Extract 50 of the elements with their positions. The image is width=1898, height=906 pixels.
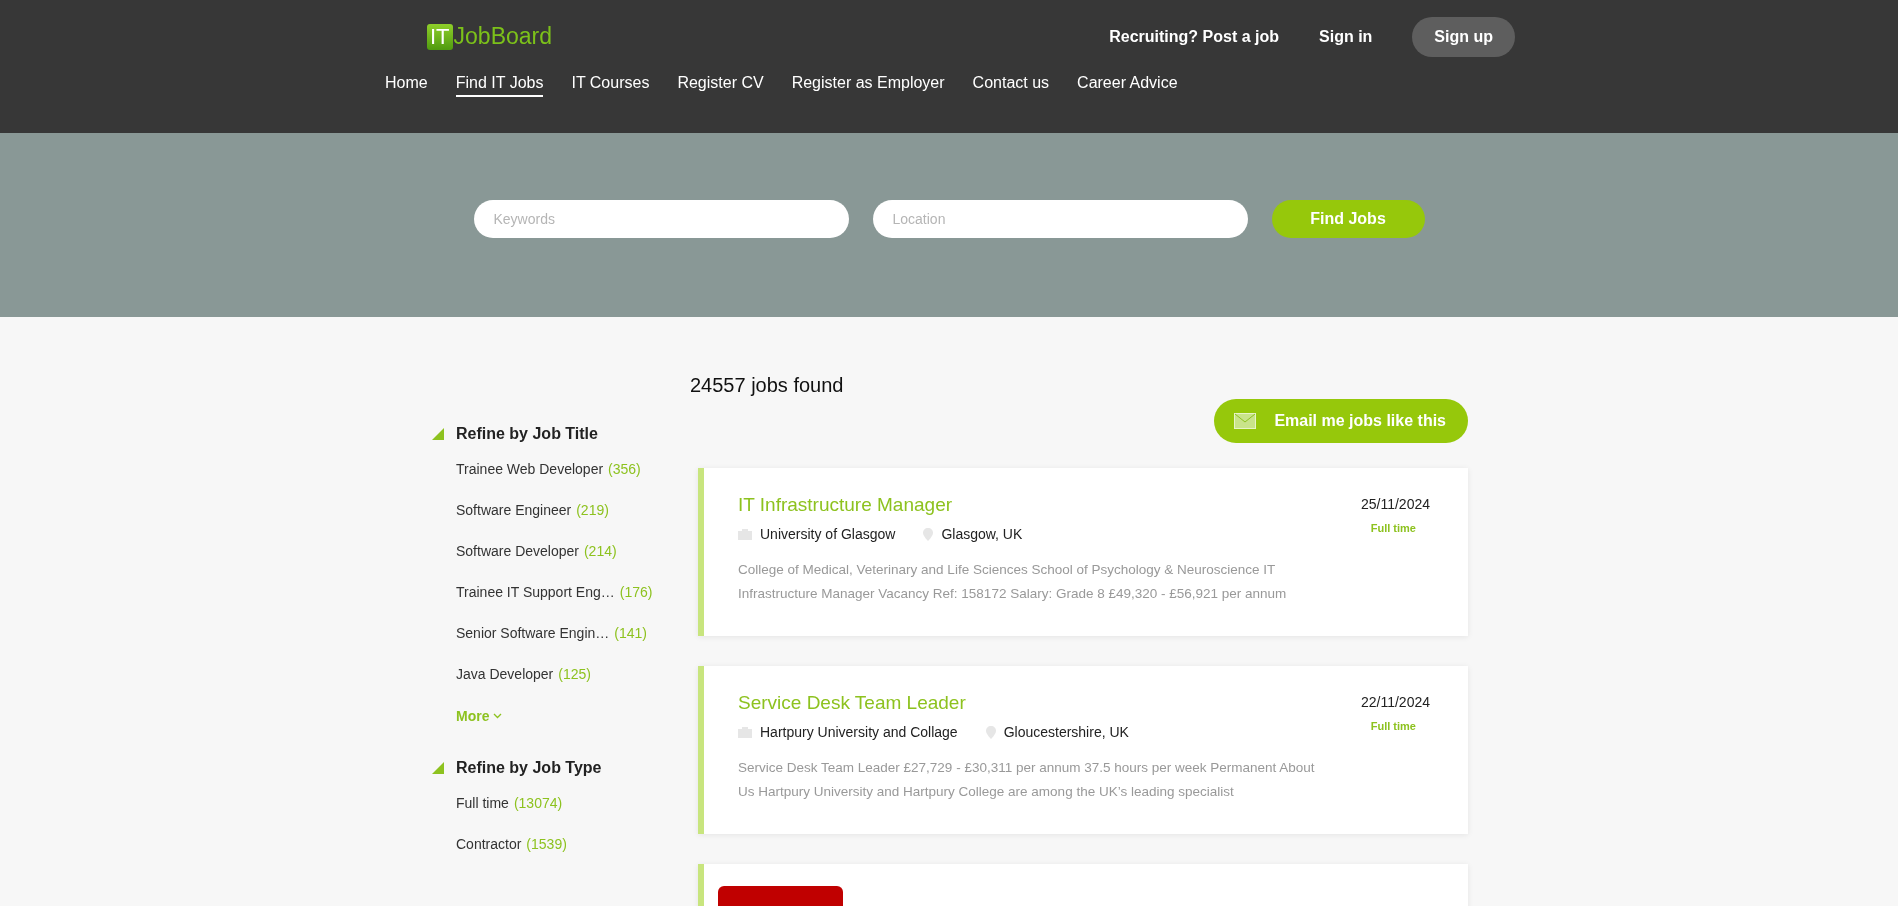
- company-name: University of Glasgow: [760, 526, 896, 542]
- header-link[interactable]: Sign in: [1319, 28, 1373, 46]
- nav-tab[interactable]: Contact us: [972, 74, 1050, 97]
- filter-count: (214): [583, 543, 617, 559]
- filter-count: (1539): [526, 836, 567, 852]
- results-count: 24557 jobs found: [690, 374, 845, 397]
- filter-option[interactable]: Contractor: [456, 836, 522, 852]
- briefcase-icon: [738, 726, 752, 738]
- briefcase-icon: [738, 528, 752, 540]
- filter-count: (141): [614, 625, 647, 641]
- filter-count: (13074): [513, 795, 563, 811]
- filter-option[interactable]: Software Engineer: [456, 502, 572, 518]
- posted-date: 22/11/2024: [1360, 694, 1430, 710]
- expand-triangle-icon[interactable]: [432, 428, 444, 440]
- filter-count: (356): [608, 461, 641, 477]
- nav-tab[interactable]: Home: [385, 74, 428, 97]
- nav-tab[interactable]: Find IT Jobs: [455, 74, 544, 97]
- job-description: Service Desk Team Leader £27,729 - £30,311 per annum 37.5 hours per week Permanent About Us Hartpury University and Hartpury College are among the UK’s leading specialist: [738, 759, 1316, 801]
- logo-text[interactable]: JobBoard: [453, 23, 553, 50]
- filter-count: (125): [558, 666, 591, 682]
- filter-count: (219): [576, 502, 609, 518]
- location-pin-icon: [923, 527, 934, 541]
- filter-count: (176): [619, 584, 653, 600]
- nav-tab[interactable]: Career Advice: [1077, 74, 1178, 97]
- company-name: Hartpury University and Collage: [760, 724, 958, 740]
- job-location: Glasgow, UK: [941, 526, 1023, 542]
- job-description: College of Medical, Veterinary and Life Sciences School of Psychology & Neuroscience IT Infrastructure Manager Vacancy Ref: 158172 Salary: Grade 8 £49,320 - £56,921 per annum: [738, 561, 1288, 603]
- filter-option[interactable]: Trainee IT Support Eng…: [456, 584, 615, 600]
- chevron-down-icon: [493, 713, 503, 719]
- filter-option[interactable]: Trainee Web Developer: [456, 461, 604, 477]
- filter-option[interactable]: Senior Software Engin…: [456, 625, 610, 641]
- nav-tab[interactable]: IT Courses: [571, 74, 650, 97]
- location-field[interactable]: Location: [872, 200, 1248, 238]
- filter-heading: Refine by Job Title: [456, 425, 598, 443]
- filter-option[interactable]: Software Developer: [456, 543, 579, 559]
- filter-heading: Refine by Job Type: [456, 759, 602, 777]
- nav-tab[interactable]: Register CV: [677, 74, 764, 97]
- nav-tab[interactable]: Register as Employer: [791, 74, 945, 97]
- job-type: Full time: [1370, 720, 1416, 732]
- filter-option[interactable]: Full time: [456, 795, 509, 811]
- keywords-field[interactable]: Keywords: [473, 200, 849, 238]
- header-link[interactable]: Recruiting? Post a job: [1109, 28, 1279, 46]
- job-type: Full time: [1370, 522, 1416, 534]
- posted-date: 25/11/2024: [1360, 496, 1430, 512]
- sign-up-button[interactable]: Sign up: [1412, 17, 1515, 57]
- envelope-icon: [1234, 413, 1257, 429]
- filter-option[interactable]: Java Developer: [456, 666, 554, 682]
- expand-triangle-icon[interactable]: [432, 762, 444, 774]
- location-pin-icon: [985, 725, 996, 739]
- job-location: Gloucestershire, UK: [1003, 724, 1129, 740]
